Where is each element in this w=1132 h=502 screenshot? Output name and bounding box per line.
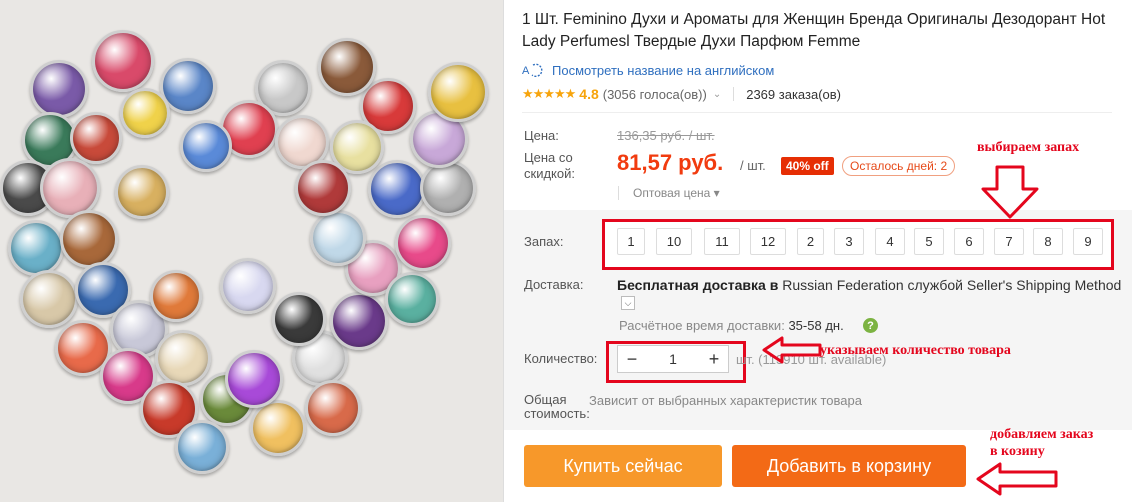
- delivery-time-label: Расчётное время доставки:: [619, 318, 785, 333]
- perfume-tin: [272, 292, 326, 346]
- delivery-time: Расчётное время доставки: 35-58 дн.: [619, 318, 844, 333]
- product-image[interactable]: [0, 0, 504, 502]
- delivery-free: Бесплатная доставка в: [617, 277, 779, 293]
- perfume-tin: [180, 120, 232, 172]
- down-arrow-icon: [981, 165, 1039, 219]
- quantity-annotation: указываем количество товара: [820, 343, 1011, 358]
- old-price: 136,35 руб. / шт.: [617, 128, 715, 143]
- scent-option[interactable]: 7: [994, 228, 1024, 255]
- help-icon[interactable]: ?: [863, 318, 878, 333]
- perfume-tin: [8, 220, 64, 276]
- scent-option[interactable]: 1: [617, 228, 645, 255]
- perfume-tin: [70, 112, 122, 164]
- scent-option[interactable]: 11: [704, 228, 740, 255]
- scent-option[interactable]: 12: [750, 228, 786, 255]
- scent-option[interactable]: 5: [914, 228, 944, 255]
- scent-annotation: выбираем запах: [977, 140, 1080, 155]
- delivery-destination: Russian Federation службой Seller's Ship…: [782, 277, 1122, 293]
- product-title: 1 Шт. Feminino Духи и Ароматы для Женщин…: [522, 11, 1106, 50]
- total-label-line2: стоимость:: [524, 406, 590, 421]
- perfume-tin: [395, 215, 451, 271]
- scent-option[interactable]: 10: [656, 228, 692, 255]
- svg-text:A: A: [522, 65, 530, 77]
- cart-annotation-line1: добавляем заказ: [990, 427, 1094, 442]
- perfume-tin: [60, 210, 118, 268]
- translate-link[interactable]: Посмотреть название на английском: [552, 63, 774, 78]
- per-unit: / шт.: [740, 158, 766, 173]
- quantity-input[interactable]: 1: [646, 351, 700, 367]
- quantity-label: Количество:: [524, 351, 598, 366]
- perfume-tin: [120, 88, 170, 138]
- perfume-tin: [155, 330, 211, 386]
- scent-option[interactable]: 8: [1033, 228, 1063, 255]
- translate-icon: A: [522, 63, 543, 78]
- left-arrow-icon: [976, 462, 1058, 496]
- scent-option[interactable]: 3: [834, 228, 864, 255]
- divider: [522, 112, 1112, 113]
- scent-option[interactable]: 4: [875, 228, 905, 255]
- delivery-time-unit: дн.: [825, 318, 844, 333]
- left-arrow-icon: [762, 336, 822, 364]
- perfume-tin: [330, 292, 388, 350]
- days-left-badge: Осталось дней: 2: [842, 156, 956, 176]
- perfume-tin: [305, 380, 361, 436]
- delivery-time-value: 35-58: [788, 318, 822, 333]
- perfume-tin: [115, 165, 169, 219]
- perfume-tin: [310, 210, 366, 266]
- scent-label: Запах:: [524, 234, 564, 249]
- perfume-tin: [250, 400, 306, 456]
- decrement-button[interactable]: −: [618, 346, 646, 372]
- perfume-tin: [318, 38, 376, 96]
- delivery-dropdown-icon[interactable]: ⌵: [621, 296, 635, 310]
- discount-price-label: Цена со скидкой:: [524, 150, 575, 181]
- scent-option[interactable]: 2: [797, 228, 824, 255]
- perfume-tin: [385, 272, 439, 326]
- price-label: Цена:: [524, 128, 559, 143]
- perfume-tin: [40, 158, 100, 218]
- perfume-tin: [420, 160, 476, 216]
- perfume-tin: [30, 60, 88, 118]
- increment-button[interactable]: +: [700, 346, 728, 372]
- rating-row: ★★★★★ 4.8 (3056 голоса(ов)) ⌄ 2369 заказ…: [522, 86, 841, 102]
- rating-stars: ★★★★★: [522, 86, 576, 101]
- divider: [733, 87, 735, 101]
- perfume-tin: [20, 270, 78, 328]
- add-to-cart-button[interactable]: Добавить в корзину: [732, 445, 966, 487]
- rating-value: 4.8: [579, 86, 599, 102]
- cart-annotation-line2: в козину: [990, 444, 1045, 459]
- orders-count: 2369 заказа(ов): [746, 86, 841, 102]
- perfume-tin: [220, 258, 276, 314]
- votes-count[interactable]: (3056 голоса(ов)): [603, 87, 707, 102]
- discount-badge: 40% off: [781, 157, 834, 175]
- perfume-tin: [150, 270, 202, 322]
- perfume-tin: [175, 420, 229, 474]
- wholesale-price-toggle[interactable]: Оптовая цена ▾: [618, 186, 720, 200]
- perfume-tin: [368, 160, 426, 218]
- quantity-stepper[interactable]: − 1 +: [617, 345, 729, 373]
- perfume-tin: [428, 62, 488, 122]
- translate-row[interactable]: A Посмотреть название на английском: [522, 61, 774, 79]
- perfume-tin: [225, 350, 283, 408]
- perfume-tin: [92, 30, 154, 92]
- discount-price: 81,57 руб.: [617, 150, 724, 175]
- delivery-info[interactable]: Бесплатная доставка в Russian Federation…: [617, 277, 1121, 293]
- scent-option[interactable]: 6: [954, 228, 984, 255]
- perfume-tin: [295, 160, 351, 216]
- buy-now-button[interactable]: Купить сейчас: [524, 445, 722, 487]
- chevron-down-icon[interactable]: ⌄: [713, 89, 721, 100]
- scent-option[interactable]: 9: [1073, 228, 1103, 255]
- delivery-label: Доставка:: [524, 277, 584, 292]
- total-value: Зависит от выбранных характеристик товар…: [589, 393, 862, 408]
